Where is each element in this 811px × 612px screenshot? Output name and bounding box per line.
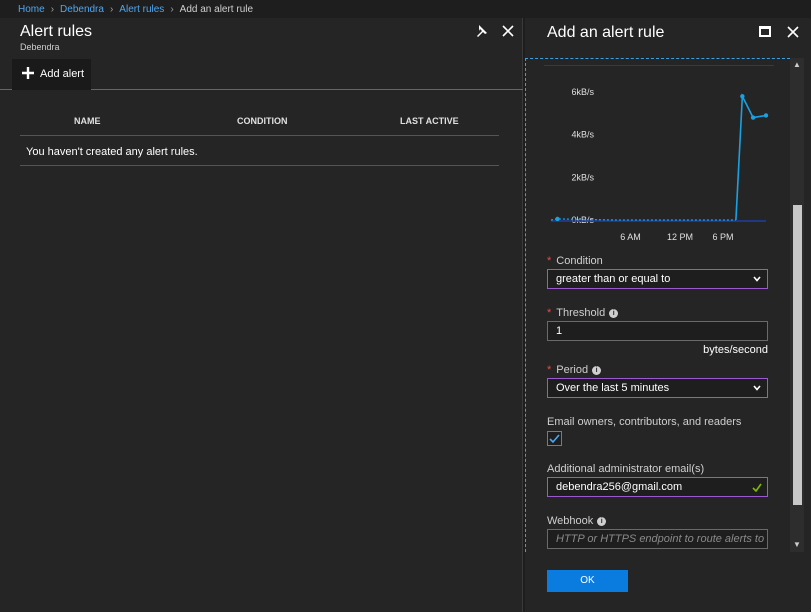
y-tick-label: 6kB/s (571, 87, 594, 97)
y-tick-label: 4kB/s (571, 130, 594, 140)
breadcrumb-alert-rules[interactable]: Alert rules (119, 4, 164, 15)
webhook-label: Webhook i (547, 515, 607, 527)
scrollbar[interactable]: ▲ ▼ (790, 58, 804, 552)
series-line (735, 93, 767, 221)
metric-chart: 6kB/s4kB/s2kB/s0kB/s6 AM 12 PM 6 PM (550, 87, 769, 242)
chevron-down-icon (753, 276, 761, 282)
email-owners-checkbox[interactable] (547, 431, 562, 446)
checkmark-icon (549, 434, 560, 444)
blade-title: Add an alert rule (547, 24, 665, 41)
chevron-right-icon: › (50, 4, 55, 15)
breadcrumb-current: Add an alert rule (179, 4, 254, 15)
close-icon[interactable] (785, 24, 801, 40)
scroll-down-icon[interactable]: ▼ (793, 540, 801, 549)
toolbar: Add alert (0, 58, 523, 90)
period-label: * Period i (547, 364, 602, 376)
data-point (555, 216, 560, 222)
ok-button[interactable]: OK (547, 570, 628, 592)
x-tick-label: 6 AM (620, 232, 641, 242)
info-icon[interactable]: i (592, 366, 602, 375)
form-scroll-area[interactable]: 6kB/s 4kB/s 2kB/s 0kB/s 6 AM 12 PM 6 PM * Condi… (525, 58, 790, 552)
info-icon[interactable]: i (609, 309, 619, 318)
x-tick-label: 12 PM (667, 232, 693, 242)
condition-select[interactable]: greater than or equal to (547, 269, 768, 289)
data-point (763, 113, 769, 118)
column-name[interactable]: NAME (74, 116, 101, 126)
column-last-active[interactable]: LAST ACTIVE (400, 116, 459, 126)
column-condition[interactable]: CONDITION (237, 116, 288, 126)
threshold-unit: bytes/second (703, 344, 768, 356)
admin-email-input[interactable]: debendra256@gmail.com (547, 477, 768, 497)
breadcrumb: Home › Debendra › Alert rules › Add an alert r… (0, 0, 811, 18)
period-value: Over the last 5 minutes (556, 382, 670, 394)
data-point (740, 94, 745, 99)
webhook-input[interactable]: HTTP or HTTPS endpoint to route alerts t… (547, 529, 768, 549)
footer: OK (525, 552, 811, 612)
info-icon[interactable]: i (597, 517, 607, 526)
period-select[interactable]: Over the last 5 minutes (547, 378, 768, 398)
add-alert-button[interactable]: Add alert (12, 59, 91, 90)
condition-value: greater than or equal to (556, 273, 671, 285)
email-owners-label: Email owners, contributors, and readers (547, 416, 742, 428)
blade-title: Alert rules (20, 23, 93, 40)
valid-check-icon (752, 483, 762, 492)
condition-label: * Condition (547, 255, 603, 267)
admin-email-label: Additional administrator email(s) (547, 463, 705, 475)
breadcrumb-debendra[interactable]: Debendra (60, 4, 104, 15)
y-tick-label: 2kB/s (571, 172, 594, 182)
add-alert-rule-blade: Add an alert rule 6kB/s 4kB/s 2kB/s 0kB/s 6 … (525, 18, 811, 612)
blade-subtitle: Debendra (20, 42, 60, 52)
threshold-input[interactable]: 1 (547, 321, 768, 341)
alert-rules-blade: Alert rules Debendra Add alert NAME COND… (0, 18, 523, 612)
close-icon[interactable] (500, 23, 516, 39)
breadcrumb-home[interactable]: Home (18, 4, 45, 15)
add-alert-label: Add alert (40, 68, 85, 80)
threshold-label: * Threshold i (547, 307, 619, 319)
data-point (750, 115, 756, 120)
empty-message: You haven't created any alert rules. (20, 136, 499, 166)
maximize-icon[interactable] (759, 26, 771, 37)
scroll-up-icon[interactable]: ▲ (793, 60, 801, 69)
table-header: NAME CONDITION LAST ACTIVE (20, 106, 499, 136)
pin-icon[interactable] (474, 24, 488, 38)
chevron-right-icon: › (170, 4, 174, 15)
chevron-right-icon: › (109, 4, 114, 15)
x-tick-label: 6 PM (712, 232, 733, 242)
chevron-down-icon (753, 385, 761, 391)
alert-rules-table: NAME CONDITION LAST ACTIVE You haven't c… (20, 106, 499, 166)
plus-icon (22, 67, 34, 79)
scrollbar-thumb[interactable] (793, 205, 802, 505)
